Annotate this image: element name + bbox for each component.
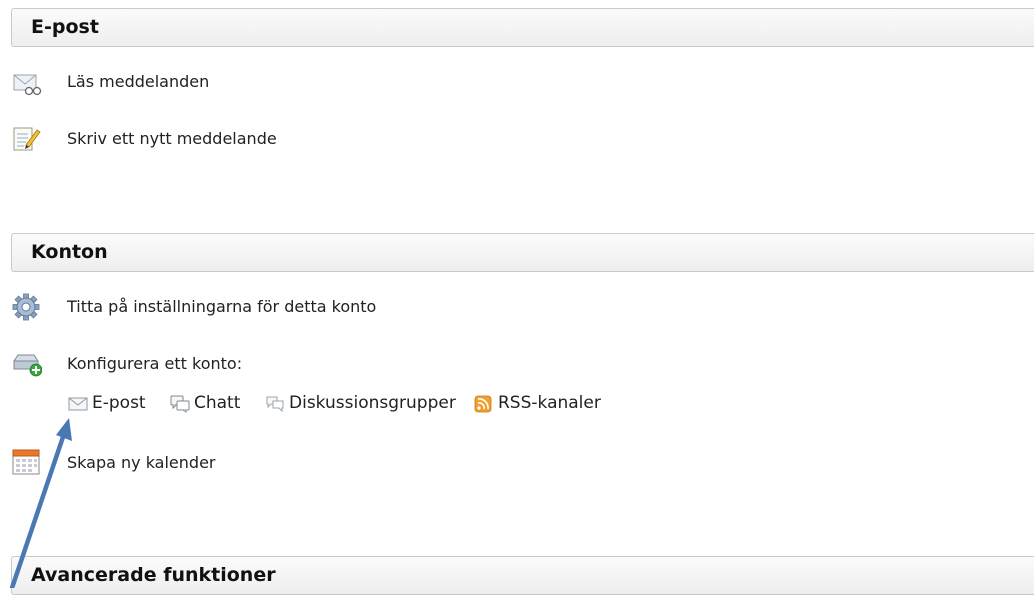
setup-account-label: Konfigurera ett konto:: [67, 354, 243, 373]
envelope-icon: [68, 395, 88, 413]
calendar-icon: [12, 448, 42, 478]
read-mail-icon: [12, 67, 42, 97]
setup-email-label: E-post: [92, 393, 146, 413]
read-messages-label: Läs meddelanden: [67, 72, 210, 91]
rss-icon: [474, 395, 494, 413]
add-account-icon: [12, 349, 43, 379]
gear-icon: [12, 292, 42, 322]
newsgroup-icon: [265, 395, 285, 413]
account-settings-label: Titta på inställningarna för detta konto: [67, 297, 377, 316]
setup-newsgroups-label: Diskussionsgrupper: [289, 393, 456, 413]
section-header-accounts: Konton: [11, 233, 1034, 272]
section-header-advanced: Avancerade funktioner: [11, 556, 1034, 595]
chat-icon: [170, 395, 190, 413]
setup-chat-label: Chatt: [194, 393, 241, 413]
compose-message-label: Skriv ett nytt meddelande: [67, 129, 277, 148]
compose-icon: [12, 124, 42, 154]
new-calendar-label: Skapa ny kalender: [67, 453, 216, 472]
setup-rss-label: RSS-kanaler: [498, 393, 601, 413]
section-header-email: E-post: [11, 8, 1034, 47]
